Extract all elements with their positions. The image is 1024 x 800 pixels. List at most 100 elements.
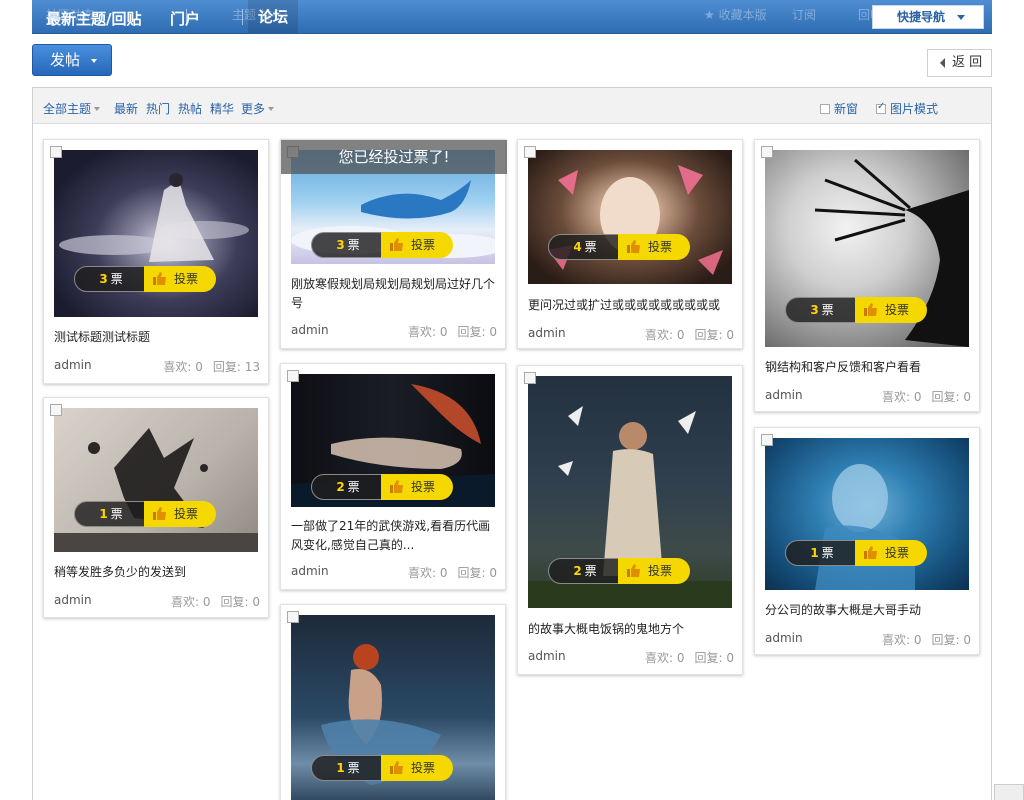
thread-title[interactable]: 分公司的故事大概是大哥手动 [765,601,971,620]
filter-more[interactable]: 更多 [241,100,275,117]
back-button[interactable]: 返 回 [927,49,992,77]
filter-all-topics[interactable]: 全部主题 [43,100,101,117]
vote-count: 2票 [548,558,622,584]
vote-count: 1票 [74,501,148,527]
thread-thumbnail[interactable] [765,438,969,590]
thread-thumbnail[interactable] [54,408,258,552]
vote-unit: 票 [110,507,123,521]
thread-card[interactable]: 您已经投过票了! 3票 投票 刚放寒假规划局规划局规划局过好几个号 admin … [280,139,507,349]
nav-latest-topics[interactable]: 最新主题/回贴 [46,8,141,29]
likes-label: 喜欢: [408,325,440,339]
thread-stats: 喜欢: 0 回复: 0 [635,649,734,666]
thread-select-checkbox[interactable] [50,146,62,158]
vote-unit: 票 [821,303,834,317]
vote-count: 4票 [548,234,622,260]
likes-label: 喜欢: [645,651,677,665]
back-label: 返 回 [952,55,983,70]
vote-button[interactable]: 投票 [381,474,453,500]
vote-widget: 1票 投票 [74,501,216,527]
vote-button[interactable]: 投票 [855,540,927,566]
thread-title[interactable]: 的故事大概电饭锅的鬼地方个 [528,620,734,639]
thread-title[interactable]: 稍等发胜多负少的发送到 [54,563,260,582]
filter-popular[interactable]: 热门 [146,100,170,117]
thread-select-checkbox[interactable] [524,372,536,384]
thread-select-checkbox[interactable] [524,146,536,158]
thread-stats: 喜欢: 0 回复: 0 [398,323,497,340]
likes-count: 0 [913,390,922,404]
ghost-favorite-label: 收藏本版 [718,8,767,22]
shortcut-nav-dropdown[interactable]: 快捷导航 [872,5,984,29]
likes-label: 喜欢: [882,633,914,647]
thread-thumbnail-art [54,428,258,552]
thread-select-checkbox[interactable] [287,611,299,623]
thread-meta: admin 喜欢: 0 回复: 0 [528,326,734,342]
thread-thumbnail[interactable] [528,150,732,284]
thread-select-checkbox[interactable] [50,404,62,416]
thread-title[interactable]: 刚放寒假规划局规划局规划局过好几个号 [291,275,497,313]
replies-count: 0 [489,566,497,580]
thread-stats: 喜欢: 0 回复: 0 [872,388,971,405]
filter-all-label: 全部主题 [43,102,92,116]
filter-latest[interactable]: 最新 [114,100,138,117]
vote-unit: 票 [584,564,597,578]
thread-title[interactable]: 测试标题测试标题 [54,328,260,347]
thread-select-checkbox[interactable] [761,434,773,446]
vote-widget: 3票 投票 [74,266,216,292]
thread-author[interactable]: admin [765,388,803,402]
thread-card[interactable]: 1票 投票 [280,604,506,800]
thread-card[interactable]: 3票 投票 测试标题测试标题 admin 喜欢: 0 回复: 13 [43,139,269,384]
new-window-checkbox[interactable] [820,104,830,114]
thread-title[interactable]: 一部做了21年的武侠游戏,看看历代画风变化,感觉自己真的... [291,517,497,555]
likes-count: 0 [195,360,203,374]
filter-digest[interactable]: 精华 [210,100,234,117]
replies-label: 回复: [931,633,964,647]
thread-author[interactable]: admin [528,326,566,340]
replies-label: 回复: [220,595,253,609]
thread-author[interactable]: admin [54,358,92,372]
nav-portal[interactable]: 门户 [170,8,200,29]
thread-card[interactable]: 2票 投票 一部做了21年的武侠游戏,看看历代画风变化,感觉自己真的... ad… [280,363,506,590]
thread-card[interactable]: 3票 投票 钢结构和客户反馈和客户看看 admin 喜欢: 0 回复: 0 [754,139,980,412]
chevron-down-icon [268,107,275,111]
image-mode-checkbox[interactable] [876,101,886,114]
likes-label: 喜欢: [171,595,203,609]
replies-label: 回复: [694,651,727,665]
thread-author[interactable]: admin [54,593,92,607]
thread-card[interactable]: 1票 投票 分公司的故事大概是大哥手动 admin 喜欢: 0 回复: 0 [754,427,980,655]
replies-label: 回复: [457,566,490,580]
thread-select-checkbox[interactable] [761,146,773,158]
filter-hot[interactable]: 热帖 [178,100,202,117]
vote-button[interactable]: 投票 [618,558,690,584]
likes-count: 0 [439,325,448,339]
vote-button[interactable]: 投票 [381,232,453,258]
thread-author[interactable]: admin [528,649,566,663]
thread-title[interactable]: 钢结构和客户反馈和客户看看 [765,358,971,377]
thread-author[interactable]: admin [291,564,329,578]
top-navigation-bar: 社区动态 主题 排名: 最新主题/回贴 门户 论坛 ★ 收藏本版 订阅 回收站 … [32,0,992,34]
thread-card[interactable]: 2票 投票 的故事大概电饭锅的鬼地方个 admin 喜欢: 0 回复: 0 [517,365,743,675]
thread-card[interactable]: 4票 投票 更问况过或扩过或或或或或或或或或 admin 喜欢: 0 回复: 0 [517,139,743,349]
replies-count: 0 [726,328,734,342]
thread-card[interactable]: 1票 投票 稍等发胜多负少的发送到 admin 喜欢: 0 回复: 0 [43,397,269,618]
vote-widget: 2票 投票 [548,558,690,584]
replies-label: 回复: [212,360,245,374]
vote-button[interactable]: 投票 [144,266,216,292]
thread-author[interactable]: admin [291,323,329,337]
replies-label: 回复: [694,328,727,342]
vote-button[interactable]: 投票 [855,297,927,323]
thread-author[interactable]: admin [765,631,803,645]
vote-button[interactable]: 投票 [381,755,453,781]
new-post-button[interactable]: 发帖 [32,44,112,76]
vote-button-label: 投票 [648,564,673,578]
vote-count-number: 1 [810,546,819,560]
filter-more-label: 更多 [241,102,266,116]
vote-button[interactable]: 投票 [618,234,690,260]
thread-select-checkbox[interactable] [287,370,299,382]
vote-button[interactable]: 投票 [144,501,216,527]
scroll-to-top-button[interactable] [994,784,1024,800]
nav-forum[interactable]: 论坛 [248,0,299,33]
image-mode-toggle[interactable]: 图片模式 [876,100,938,117]
thread-title[interactable]: 更问况过或扩过或或或或或或或或或 [528,296,734,315]
new-window-toggle[interactable]: 新窗 [820,100,858,117]
vote-unit: 票 [584,240,597,254]
